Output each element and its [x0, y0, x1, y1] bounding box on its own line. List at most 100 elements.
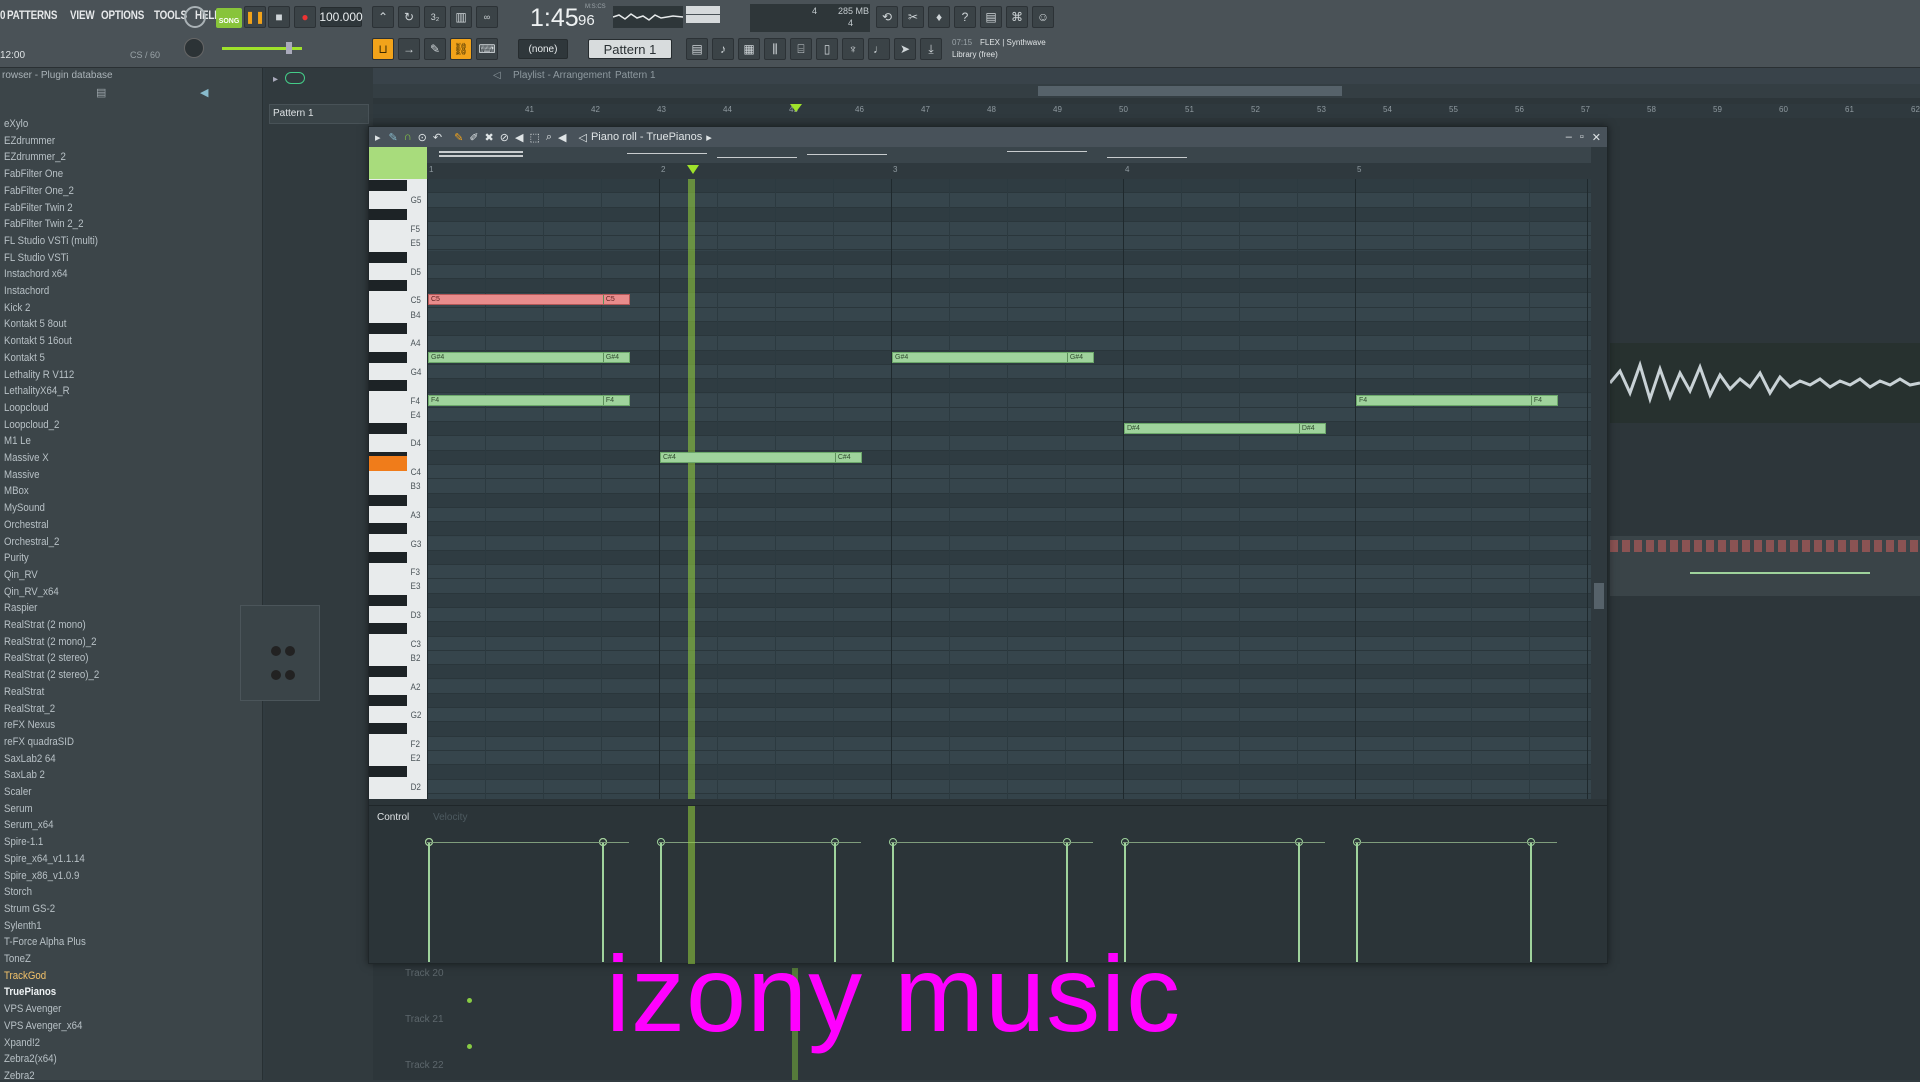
note[interactable]: D#4 D#4: [1124, 423, 1326, 435]
pattern-item[interactable]: Pattern 1: [269, 104, 369, 124]
playlist-bar-number[interactable]: 48: [987, 105, 996, 114]
black-key[interactable]: [369, 666, 407, 678]
render-icon[interactable]: ➤: [894, 38, 916, 60]
pr-pencil-icon[interactable]: ✎: [454, 131, 463, 144]
browser-item[interactable]: RealStrat (2 stereo): [4, 652, 88, 664]
pattern-clip[interactable]: [1610, 536, 1920, 596]
export-icon[interactable]: ⤓: [920, 38, 942, 60]
pr-magnet-icon[interactable]: ∩: [404, 131, 412, 143]
pr-zoom-icon[interactable]: ⌕: [546, 131, 552, 144]
browser-item[interactable]: Kick 2: [4, 302, 30, 314]
black-key[interactable]: [369, 280, 407, 292]
playlist-bar-number[interactable]: 61: [1845, 105, 1854, 114]
pr-maximize-icon[interactable]: ▫: [1580, 131, 1584, 143]
black-key[interactable]: [369, 180, 407, 191]
menu-patterns[interactable]: PATTERNS: [7, 8, 57, 24]
pr-slice-icon[interactable]: ◀: [515, 131, 523, 144]
playlist-speaker-icon[interactable]: ◁: [493, 70, 501, 81]
playlist-bar-number[interactable]: 47: [921, 105, 930, 114]
note[interactable]: F4 F4: [1356, 394, 1558, 406]
browser-item[interactable]: M1 Le: [4, 435, 31, 447]
pr-select-icon[interactable]: ⬚: [529, 131, 539, 144]
black-key[interactable]: [369, 351, 407, 363]
undo-history-icon[interactable]: ⟲: [876, 6, 898, 28]
velocity-stem[interactable]: [602, 842, 604, 962]
browser-item[interactable]: FabFilter One_2: [4, 185, 74, 197]
browser-item[interactable]: Zebra2: [4, 1070, 35, 1082]
browser-item[interactable]: TrackGod: [4, 970, 46, 982]
velocity-stem[interactable]: [428, 842, 430, 962]
browser-item[interactable]: reFX Nexus: [4, 719, 55, 731]
note[interactable]: G#4 G#4: [892, 351, 1094, 363]
master-pitch-thumb[interactable]: [286, 42, 292, 54]
pr-brush-icon[interactable]: ✐: [469, 131, 478, 144]
chat-icon[interactable]: ☺: [1032, 6, 1054, 28]
pr-vertical-scrollbar[interactable]: [1591, 147, 1607, 799]
pr-minimize-icon[interactable]: ‒: [1566, 131, 1572, 143]
browser-item[interactable]: TruePianos: [4, 986, 56, 998]
snap-magnet-icon[interactable]: ⊔: [372, 38, 394, 60]
pattern-selector[interactable]: Pattern 1: [588, 39, 672, 59]
browser-item[interactable]: RealStrat_2: [4, 703, 55, 715]
track-20-led[interactable]: [467, 998, 472, 1003]
playlist-ruler[interactable]: 41 42 43 44 45 46 47 48 49 50 51 52 53 54 55 56 57 58 59 60…: [373, 104, 1920, 118]
wait-record-button[interactable]: ↻: [398, 6, 420, 28]
black-key[interactable]: [369, 694, 407, 706]
browser-item[interactable]: Serum_x64: [4, 819, 54, 831]
browser-item[interactable]: Zebra2(x64): [4, 1053, 57, 1065]
velocity-stem[interactable]: [1298, 842, 1300, 962]
black-key[interactable]: [369, 594, 407, 606]
playlist-playhead[interactable]: [790, 104, 802, 112]
piano-roll-titlebar[interactable]: ▸ ✎ ∩ ⊙ ↶ ✎ ✐ ✖ ⊘ ◀ ⬚ ⌕ ◀ ◁ Piano roll -…: [369, 127, 1607, 147]
pr-overview[interactable]: [427, 147, 1591, 163]
playlist-bar-number[interactable]: 52: [1251, 105, 1260, 114]
menu-tools[interactable]: TOOLS: [154, 8, 187, 24]
step-edit-button[interactable]: ▥: [450, 6, 472, 28]
playlist-bar-number[interactable]: 58: [1647, 105, 1656, 114]
metronome-button[interactable]: ⌃: [372, 6, 394, 28]
playlist-bar-number[interactable]: 42: [591, 105, 600, 114]
pr-wrench-icon[interactable]: ✎: [389, 131, 398, 144]
browser-item[interactable]: MBox: [4, 485, 29, 497]
song-mode-toggle[interactable]: SONG: [216, 8, 242, 28]
playlist-bar-number[interactable]: 41: [525, 105, 534, 114]
browser-item[interactable]: VPS Avenger_x64: [4, 1020, 82, 1032]
browser-item[interactable]: Strum GS-2: [4, 903, 55, 915]
browser-item[interactable]: Loopcloud: [4, 402, 49, 414]
black-key[interactable]: [369, 208, 407, 220]
browser-item[interactable]: Lethality R V112: [4, 369, 74, 381]
playlist-icon[interactable]: ▤: [686, 38, 708, 60]
browser-item[interactable]: Spire_x64_v1.1.14: [4, 853, 85, 865]
pr-delete-icon[interactable]: ✖: [485, 131, 494, 144]
playlist-breadcrumb[interactable]: Playlist - Arrangement: [513, 70, 611, 81]
browser-item[interactable]: FL Studio VSTi: [4, 252, 68, 264]
pr-ruler[interactable]: 1 2 3 4 5: [427, 163, 1591, 179]
browser-item[interactable]: eXylo: [4, 118, 28, 130]
browser-speaker-icon[interactable]: ◀: [200, 86, 208, 99]
browser-item[interactable]: Loopcloud_2: [4, 419, 59, 431]
menu-options[interactable]: OPTIONS: [101, 8, 144, 24]
menu-file[interactable]: 0: [0, 8, 5, 24]
typing-keyboard-icon[interactable]: ⌨: [476, 38, 498, 60]
black-key[interactable]: [369, 323, 407, 334]
browser-item[interactable]: Sylenth1: [4, 920, 42, 932]
browser-item[interactable]: Massive X: [4, 452, 49, 464]
pr-undo-icon[interactable]: ↶: [433, 131, 442, 144]
tempo-tap-icon[interactable]: ♩: [868, 38, 890, 60]
play-pause-button[interactable]: ❚❚: [244, 6, 266, 28]
browser-item[interactable]: RealStrat (2 mono)_2: [4, 636, 97, 648]
browser-item[interactable]: FabFilter Twin 2: [4, 202, 73, 214]
black-key[interactable]: [369, 380, 407, 392]
pr-bar-number[interactable]: 2: [661, 165, 665, 174]
playlist-bar-number[interactable]: 53: [1317, 105, 1326, 114]
piano-roll-icon[interactable]: ♪: [712, 38, 734, 60]
brush-icon[interactable]: ✎: [424, 38, 446, 60]
tempo-display[interactable]: 100.000: [319, 7, 363, 27]
browser-item[interactable]: SaxLab 2: [4, 769, 45, 781]
browser-item[interactable]: Xpand!2: [4, 1037, 40, 1049]
pr-menu-arrow-icon[interactable]: ▸: [375, 131, 381, 144]
pr-mute-icon[interactable]: ⊘: [500, 131, 509, 144]
note-grid[interactable]: C5 C5 G#4 G#4 F4 F4 C#4 C#4 G#4 G#4 D#4 D#4 F4 F4: [427, 179, 1591, 799]
black-key[interactable]: [369, 766, 407, 778]
browser-item[interactable]: reFX quadraSID: [4, 736, 74, 748]
